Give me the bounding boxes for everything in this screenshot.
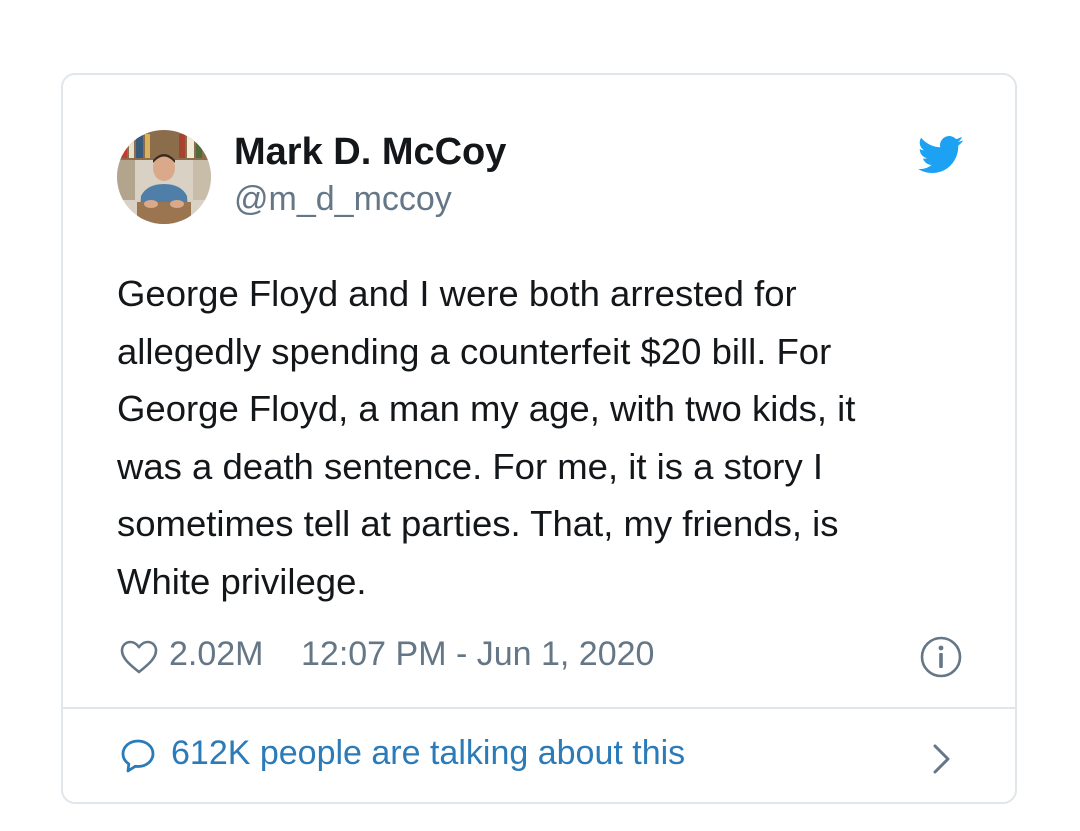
tweet-card: Mark D. McCoy @m_d_mccoy George Floyd an…	[61, 73, 1017, 804]
author-name[interactable]: Mark D. McCoy	[234, 131, 506, 174]
tweet-text-line: was a death sentence. For me, it is a st…	[117, 445, 823, 487]
tweet-text-line: George Floyd, a man my age, with two kid…	[117, 388, 856, 429]
tweet-text-line: George Floyd and I were both arrested fo…	[117, 273, 797, 314]
info-circle-icon[interactable]	[919, 635, 963, 679]
like-count[interactable]: 2.02M	[169, 635, 264, 674]
speech-bubble-icon	[121, 739, 155, 773]
chevron-right-icon[interactable]	[929, 739, 955, 779]
author-photo-icon	[117, 130, 211, 224]
footer-divider	[63, 707, 1015, 709]
author-avatar[interactable]	[117, 130, 211, 224]
tweet-timestamp[interactable]: 12:07 PM - Jun 1, 2020	[301, 635, 654, 674]
twitter-bird-icon[interactable]	[918, 135, 964, 175]
heart-outline-icon[interactable]	[119, 639, 159, 675]
tweet-text-line: sometimes tell at parties. That, my frie…	[117, 503, 839, 544]
tweet-text: George Floyd and I were both arrested fo…	[117, 265, 977, 610]
tweet-text-line: allegedly spending a counterfeit $20 bil…	[117, 330, 832, 372]
conversation-text: 612K people are talking about this	[171, 734, 686, 772]
author-handle[interactable]: @m_d_mccoy	[234, 180, 452, 219]
tweet-text-line: White privilege.	[117, 560, 367, 602]
conversation-link[interactable]: 612K people are talking about this	[117, 727, 967, 785]
